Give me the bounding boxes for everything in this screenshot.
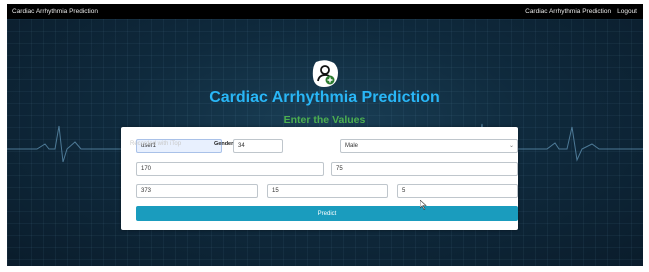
gender-label: Gender xyxy=(214,141,234,147)
page-subtitle: Enter the Values xyxy=(283,114,366,126)
nav-link-home[interactable]: Cardiac Arrhythmia Prediction xyxy=(525,8,611,15)
navbar-brand[interactable]: Cardiac Arrhythmia Prediction xyxy=(12,8,98,15)
gender-select[interactable]: Male xyxy=(340,139,518,153)
navbar-links: Cardiac Arrhythmia Prediction Logout xyxy=(525,8,637,15)
user-plus-icon xyxy=(307,57,343,91)
page-title: Cardiac Arrhythmia Prediction xyxy=(209,89,440,106)
feature-field-7[interactable]: 5 xyxy=(397,184,518,198)
predict-button[interactable]: Predict xyxy=(136,206,518,221)
age-field[interactable]: 34 xyxy=(233,139,283,153)
height-field[interactable]: 170 xyxy=(136,162,324,176)
feature-field-6[interactable]: 15 xyxy=(267,184,388,198)
navbar: Cardiac Arrhythmia Prediction Cardiac Ar… xyxy=(7,4,643,19)
feature-field-5[interactable]: 373 xyxy=(136,184,258,198)
mouse-cursor-icon xyxy=(420,200,427,210)
recording-overlay-text: Recorded with iTop xyxy=(130,141,182,147)
weight-field[interactable]: 75 xyxy=(331,162,518,176)
chevron-down-icon: ⌄ xyxy=(509,143,515,149)
nav-link-logout[interactable]: Logout xyxy=(617,8,637,15)
